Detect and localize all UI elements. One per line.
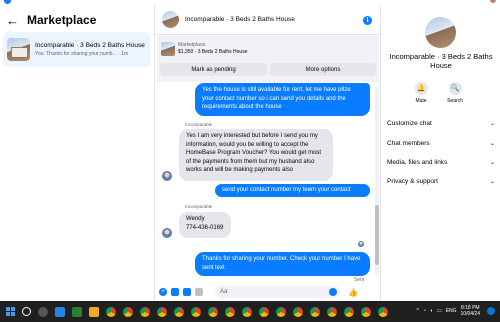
message-thread: Yes the house is still available for ren… [155,83,381,282]
windows-taskbar: ^ ◔ ◖ ▭ ENG 8:18 PM 10/04/24 [0,301,500,322]
conversation-title: Incomparable · 3 Beds 2 Baths House [35,42,145,49]
chrome-icon[interactable] [191,306,201,317]
photo-icon[interactable] [171,288,179,296]
notification-icon[interactable] [487,307,495,315]
chevron-down-icon: ⌄ [489,159,495,166]
sender-avatar[interactable] [162,171,172,181]
windows-start-icon[interactable] [6,307,15,316]
chat-panel: Incomparable · 3 Beds 2 Baths House i Ma… [155,5,381,301]
outgoing-message: Yes the house is still available for ren… [195,83,370,116]
listing-category: Marketplace [178,42,206,48]
chat-header: Incomparable · 3 Beds 2 Baths House i [155,5,381,35]
chrome-icon[interactable] [123,306,133,317]
chrome-icon[interactable] [276,306,286,317]
outgoing-message: send your contact number my teem your co… [215,184,370,197]
page-title: Marketplace [27,13,97,27]
conversation-item[interactable]: Incomparable · 3 Beds 2 Baths House You:… [3,32,150,67]
chrome-icon[interactable] [293,306,303,317]
chrome-icon[interactable] [259,306,269,317]
search-label: Search [447,98,463,104]
item-label: Customize chat [387,119,432,127]
chat-details-panel: Incomparable · 3 Beds 2 Baths House 🔔 Mu… [381,5,500,301]
chevron-down-icon: ⌄ [489,140,495,147]
item-label: Chat members [387,139,430,147]
conversation-text: Incomparable · 3 Beds 2 Baths House You:… [35,42,147,57]
chrome-icon[interactable] [208,306,218,317]
privacy-support-item[interactable]: Privacy & support ⌄ [387,175,495,187]
chrome-icon[interactable] [310,306,320,317]
app-icon[interactable] [55,306,65,317]
listing-card: Marketplace $1,350 · 3 Beds 2 Baths Hous… [157,36,379,82]
sender-avatar[interactable] [162,228,172,238]
chrome-icon[interactable] [140,306,150,317]
seen-indicator-avatar [358,241,364,247]
sticker-icon[interactable] [183,288,191,296]
app-icon[interactable] [89,306,99,317]
system-tray: ^ ◔ ◖ ▭ ENG 8:18 PM 10/04/24 [417,305,480,317]
volume-icon[interactable]: ◖ [430,308,433,314]
customize-chat-item[interactable]: Customize chat ⌄ [387,117,495,129]
item-label: Media, files and links [387,158,448,166]
emoji-icon[interactable] [329,288,337,296]
incoming-message: Wendy 774-436-0169 [179,212,231,238]
item-label: Privacy & support [387,177,438,185]
bell-icon[interactable]: 🔔 [414,82,428,95]
chat-members-item[interactable]: Chat members ⌄ [387,137,495,149]
conversation-snippet: You: Thanks for sharing your numb... · 1… [35,51,129,57]
message-sender: Incomparable [185,204,213,209]
chrome-icon[interactable] [344,306,354,317]
app-icon[interactable] [72,306,82,317]
search-icon[interactable]: 🔍 [448,82,462,95]
chrome-icon[interactable] [327,306,337,317]
mute-label: Mute [415,98,427,104]
back-arrow-icon[interactable]: ← [6,14,19,27]
listing-thumbnail[interactable] [161,42,175,56]
details-avatar[interactable] [425,17,456,48]
chevron-up-icon[interactable]: ^ [417,308,419,314]
message-composer: + Aa 👍 [155,283,381,301]
chat-title[interactable]: Incomparable · 3 Beds 2 Baths House [185,16,295,23]
account-avatar[interactable] [490,0,496,3]
facebook-logo-icon[interactable] [4,0,11,4]
chevron-down-icon: ⌄ [489,178,495,185]
mute-action[interactable]: 🔔 Mute [409,82,433,104]
conversation-list-panel: ← Marketplace Incomparable · 3 Beds 2 Ba… [0,5,155,301]
message-input[interactable]: Aa [215,286,340,298]
marketplace-header: ← Marketplace [6,11,96,29]
chrome-icon[interactable] [378,306,388,317]
more-options-button[interactable]: More options [270,63,376,76]
gif-icon[interactable] [195,288,203,296]
incoming-message: Yes I am very interested but before I se… [179,129,333,181]
info-icon[interactable]: i [363,16,372,25]
chrome-icon[interactable] [361,306,371,317]
thumbs-up-icon[interactable]: 👍 [348,288,358,297]
listing-summary[interactable]: $1,350 · 3 Beds 2 Baths House [178,49,248,55]
plus-icon[interactable]: + [159,288,167,296]
chat-avatar[interactable] [162,11,179,28]
clock[interactable]: 8:18 PM 10/04/24 [461,305,480,317]
wifi-icon[interactable]: ◔ [423,308,426,314]
chrome-icon[interactable] [157,306,167,317]
message-sender: Incomparable [185,122,213,127]
scrollbar-thumb[interactable] [375,205,379,265]
chrome-icon[interactable] [106,306,116,317]
chevron-down-icon: ⌄ [489,120,495,127]
clock-date: 10/04/24 [460,311,480,317]
language-indicator[interactable]: ENG [446,308,457,314]
details-title: Incomparable · 3 Beds 2 Baths House [389,52,493,70]
mark-pending-button[interactable]: Mark as pending [160,63,267,76]
outgoing-message: Thanks for sharing your number. Check yo… [195,252,370,276]
search-action[interactable]: 🔍 Search [443,82,467,104]
thread-scrollbar[interactable] [375,87,379,275]
chrome-icon[interactable] [174,306,184,317]
chrome-icon[interactable] [225,306,235,317]
search-icon[interactable] [22,307,31,316]
message-input-placeholder: Aa [220,289,228,295]
task-view-icon[interactable] [38,306,48,317]
media-files-item[interactable]: Media, files and links ⌄ [387,156,495,168]
battery-icon[interactable]: ▭ [437,308,442,314]
chrome-icon[interactable] [242,306,252,317]
listing-thumbnail [7,38,30,61]
